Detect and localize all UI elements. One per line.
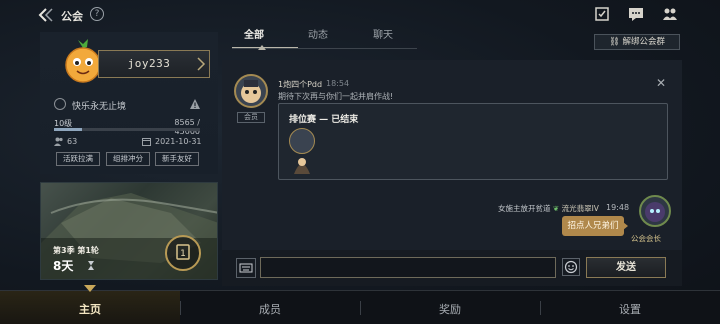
report-icon[interactable]	[190, 99, 200, 109]
participant-avatar	[289, 128, 315, 154]
nav-rewards[interactable]: 奖励	[420, 301, 480, 317]
season-badge-number: 1	[180, 249, 186, 259]
members-icon	[54, 137, 63, 146]
message-input[interactable]	[260, 257, 556, 278]
message-text: 期待下次再与你们一起并肩作战!	[278, 92, 394, 101]
member-count: 63	[67, 137, 78, 146]
created-date: 2021-10-31	[155, 137, 202, 146]
help-icon[interactable]: ?	[90, 7, 104, 21]
nav-separator	[180, 301, 181, 315]
match-result-title: 排位赛 — 已结束	[289, 115, 359, 125]
voice-toggle-button[interactable]	[236, 258, 256, 278]
sender-name-right: 女施主放开贫道 ❦ 流光翡翠IV	[498, 203, 599, 214]
sender-name-right-text: 女施主放开贫道	[498, 204, 551, 213]
member-role-tag: 会员	[237, 112, 265, 123]
hourglass-icon	[88, 261, 94, 270]
season-label: 第3季 第1轮	[53, 246, 99, 255]
send-button[interactable]: 发送	[586, 257, 666, 278]
leader-role-tag: 公会会长	[631, 234, 661, 243]
nav-settings[interactable]: 设置	[600, 301, 660, 317]
guild-xp: 8565 / 45000	[174, 118, 200, 136]
nav-active-marker-icon	[84, 285, 96, 292]
unbind-group-button[interactable]: ⛓ 解绑公会群	[594, 34, 680, 50]
match-result-card[interactable]: 排位赛 — 已结束	[278, 103, 668, 180]
nav-separator	[360, 301, 361, 315]
bubble-tail	[623, 222, 628, 230]
emoji-icon	[564, 260, 578, 274]
trophy-icon: 1	[176, 244, 190, 260]
guild-tag: 新手友好	[155, 152, 199, 166]
sender-rank: 流光翡翠IV	[561, 204, 599, 213]
message-bubble: 招点人兄弟们	[562, 216, 624, 236]
chat-panel: 会员 1炮四个Pdd 18:54 期待下次再与你们一起并肩作战! ✕ 排位赛 —…	[222, 60, 682, 250]
emoji-button[interactable]	[562, 258, 580, 276]
checklist-icon[interactable]	[594, 7, 610, 21]
keyboard-icon	[239, 263, 253, 273]
bottom-nav: 主页 成员 奖励 设置	[0, 285, 720, 324]
nav-home[interactable]: 主页	[60, 301, 120, 317]
season-badge: 1	[165, 235, 201, 271]
link-icon: ⛓	[608, 37, 623, 47]
tab-all[interactable]: 全部	[244, 26, 264, 41]
guild-tag: 活跃拉满	[56, 152, 100, 166]
tab-chat[interactable]: 聊天	[373, 26, 393, 41]
guild-name: joy233	[127, 57, 171, 70]
chat-tabs: 全部 动态 聊天	[222, 18, 417, 50]
unbind-group-label: 解绑公会群	[622, 37, 665, 47]
nav-separator	[540, 301, 541, 315]
guild-motto: 快乐永无止境	[72, 102, 127, 112]
message-time-right: 19:48	[606, 203, 630, 212]
guild-name-plate: joy233	[98, 50, 210, 78]
guild-tag: 组排冲分	[106, 152, 150, 166]
tab-pointer-icon	[258, 45, 266, 50]
tab-activity[interactable]: 动态	[308, 26, 328, 41]
rank-icon: ❦	[552, 204, 560, 213]
back-arrow-icon[interactable]	[37, 7, 59, 23]
member-avatar[interactable]	[234, 74, 268, 108]
leader-avatar[interactable]	[639, 195, 671, 227]
nav-members[interactable]: 成员	[240, 301, 300, 317]
xp-progress-bar	[54, 128, 200, 131]
chat-input-bar: 发送	[222, 250, 682, 286]
season-days-left: 8天	[53, 259, 74, 273]
sender-name: 1炮四个Pdd	[278, 80, 323, 89]
chat-bubble-icon[interactable]	[628, 7, 644, 21]
chevron-right-icon	[197, 57, 206, 71]
calendar-icon	[142, 138, 151, 146]
friends-icon[interactable]	[662, 7, 678, 21]
hero-portrait	[294, 158, 310, 174]
season-card[interactable]: 第3季 第1轮 8天 1	[40, 182, 218, 280]
motto-icon	[54, 98, 66, 110]
page-title: 公会	[61, 10, 83, 23]
xp-progress-fill	[54, 128, 82, 131]
close-icon[interactable]: ✕	[656, 76, 666, 90]
message-time: 18:54	[326, 79, 350, 88]
